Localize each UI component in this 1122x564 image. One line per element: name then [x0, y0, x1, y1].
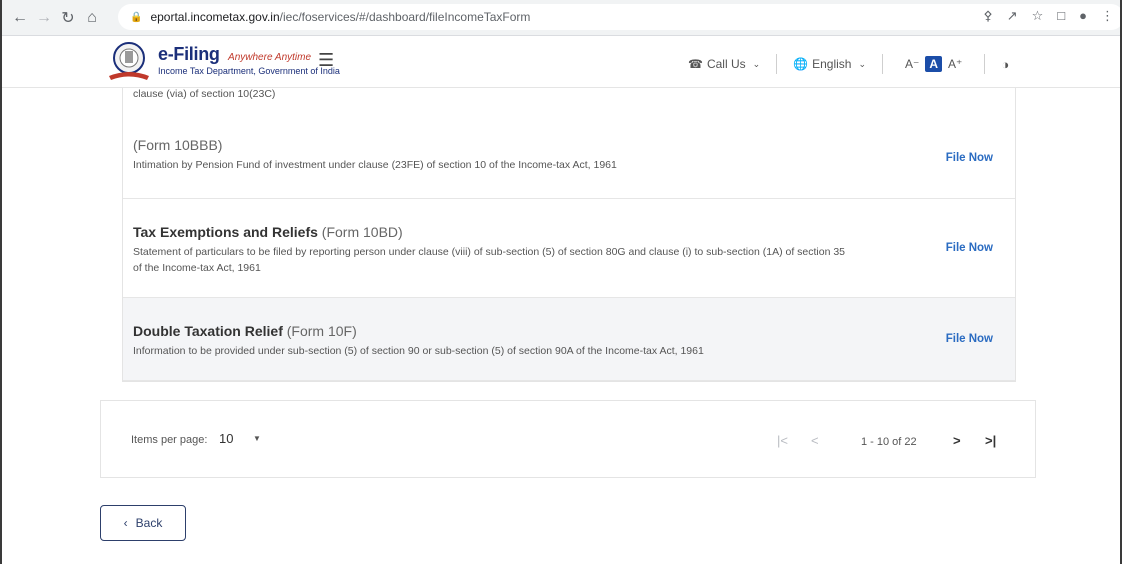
divider [984, 54, 986, 74]
url-host: eportal.incometax.gov.in [150, 10, 280, 24]
language-label: English [812, 57, 852, 71]
browser-toolbar: ← → ↻ ⌂ 🔒 eportal.incometax.gov.in /iec/… [2, 0, 1120, 36]
file-now-link[interactable]: File Now [946, 333, 993, 345]
app-header: e-Filing Anywhere Anytime Income Tax Dep… [2, 36, 1120, 88]
items-per-page-select[interactable]: 10 [219, 431, 233, 446]
forward-arrow-icon[interactable]: → [32, 6, 56, 30]
last-page-icon[interactable]: >| [985, 433, 996, 448]
reload-icon[interactable]: ↻ [56, 6, 80, 30]
page-range: 1 - 10 of 22 [861, 436, 917, 448]
form-title: Double Taxation Relief (Form 10F) [133, 323, 357, 339]
items-per-page-label: Items per page: [131, 434, 208, 446]
list-item: (Form 10BBB) Intimation by Pension Fund … [123, 118, 1015, 199]
list-item: Tax Exemptions and Reliefs (Form 10BD) S… [123, 199, 1015, 298]
sidepanel-icon[interactable]: □ [1057, 8, 1065, 24]
back-arrow-icon[interactable]: ← [8, 6, 32, 30]
call-us-dropdown[interactable]: ☎ Call Us ⌄ [688, 57, 760, 71]
share-icon[interactable]: ↗ [1007, 8, 1018, 24]
back-label: Back [135, 516, 163, 530]
next-page-icon[interactable]: > [953, 433, 961, 448]
brand[interactable]: e-Filing Anywhere Anytime Income Tax Dep… [158, 44, 340, 76]
font-increase-button[interactable]: A⁺ [942, 57, 968, 71]
globe-icon: 🌐 [793, 57, 809, 71]
form-description: Information to be provided under sub-sec… [133, 345, 704, 357]
back-button[interactable]: ‹ Back [100, 505, 186, 541]
lock-icon: 🔒 [130, 11, 143, 23]
prev-page-icon[interactable]: < [811, 433, 819, 448]
menu-dots-icon[interactable]: ⋮ [1101, 8, 1114, 24]
brand-tagline: Anywhere Anytime [228, 52, 312, 63]
browser-window: ← → ↻ ⌂ 🔒 eportal.incometax.gov.in /iec/… [0, 0, 1122, 564]
phone-icon: ☎ [688, 57, 703, 71]
address-bar[interactable]: 🔒 eportal.incometax.gov.in /iec/foservic… [118, 4, 1120, 30]
call-us-label: Call Us [706, 57, 746, 71]
pagination: Items per page: 10 ▼ |< < 1 - 10 of 22 >… [100, 400, 1036, 478]
chevron-down-icon: ⌄ [752, 58, 761, 69]
form-description: Intimation by Pension Fund of investment… [133, 159, 617, 171]
url-path: /iec/foservices/#/dashboard/fileIncomeTa… [279, 10, 531, 24]
divider [776, 54, 778, 74]
font-normal-button[interactable]: A [925, 56, 943, 72]
hamburger-menu-icon[interactable]: ☰ [318, 50, 334, 71]
language-dropdown[interactable]: 🌐 English ⌄ [793, 57, 866, 71]
brand-dept: Income Tax Department, Government of Ind… [158, 66, 340, 76]
forms-list: clause (via) of section 10(23C) (Form 10… [122, 88, 1016, 382]
contrast-toggle-icon[interactable]: ◑ [1001, 57, 1009, 72]
first-page-icon[interactable]: |< [777, 433, 788, 448]
emblem-logo-icon [109, 42, 149, 80]
chevron-left-icon: ‹ [123, 516, 128, 530]
divider [882, 54, 884, 74]
chevron-down-icon: ⌄ [858, 58, 867, 69]
file-now-link[interactable]: File Now [946, 152, 993, 164]
font-decrease-button[interactable]: A⁻ [899, 57, 925, 71]
list-item-partial-desc: clause (via) of section 10(23C) [133, 88, 276, 100]
key-icon[interactable]: ⚴ [983, 8, 993, 24]
profile-icon[interactable]: ● [1079, 8, 1087, 24]
home-icon[interactable]: ⌂ [80, 6, 104, 30]
list-item: Double Taxation Relief (Form 10F) Inform… [123, 298, 1015, 381]
file-now-link[interactable]: File Now [946, 242, 993, 254]
brand-name: e-Filing [158, 44, 220, 64]
form-description: Statement of particulars to be filed by … [133, 246, 846, 274]
caret-down-icon[interactable]: ▼ [253, 434, 261, 443]
star-icon[interactable]: ☆ [1032, 8, 1044, 24]
form-title: (Form 10BBB) [133, 137, 223, 153]
form-title: Tax Exemptions and Reliefs (Form 10BD) [133, 224, 403, 240]
